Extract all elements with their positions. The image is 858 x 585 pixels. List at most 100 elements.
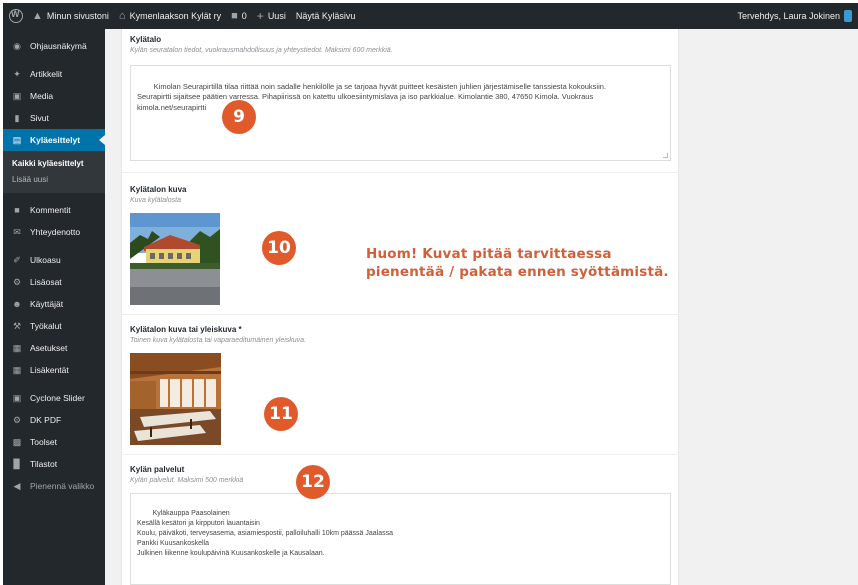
menu-label: Asetukset: [30, 343, 68, 353]
menu-posts[interactable]: ✦ Artikkelit: [3, 63, 105, 85]
gear-icon: ⚙: [12, 414, 22, 425]
menu-dk-pdf[interactable]: ⚙ DK PDF: [3, 409, 105, 431]
account-menu[interactable]: Tervehdys, Laura Jokinen: [732, 3, 852, 29]
edit-form: Kylätalo Kylän seuratalon tiedot, vuokra…: [121, 29, 680, 585]
menu-media[interactable]: ▣ Media: [3, 85, 105, 107]
menu-toolset[interactable]: ▩ Toolset: [3, 431, 105, 453]
field-description: Toinen kuva kylätalosta tai vaparaeditum…: [130, 337, 307, 344]
menu-plugins[interactable]: ⚙ Lisäosat: [3, 271, 105, 293]
site-name-menu[interactable]: ⌂ Kymenlaakson Kylät ry: [114, 3, 226, 29]
field-description: Kylän seuratalon tiedot, vuokrausmahdoll…: [130, 47, 393, 54]
menu-settings[interactable]: ▦ Asetukset: [3, 337, 105, 359]
field-palvelut: Kylän palvelut Kylän palvelut. Maksimi 5…: [122, 455, 680, 585]
kylatalo-value: Kimolan Seurapirtillä tilaa riittää noin…: [137, 81, 606, 112]
menu-appearance[interactable]: ✐ Ulkoasu: [3, 249, 105, 271]
menu-cyclone-slider[interactable]: ▣ Cyclone Slider: [3, 387, 105, 409]
plus-icon: +: [256, 9, 264, 23]
wrench-icon: ⚒: [12, 320, 22, 331]
menu-stats[interactable]: ▉ Tilastot: [3, 453, 105, 475]
settings-icon: ▦: [12, 342, 22, 353]
menu-label: Pienennä valikko: [30, 481, 95, 491]
wordpress-logo-icon[interactable]: [9, 9, 23, 23]
village-hall-photo[interactable]: [130, 213, 220, 305]
view-page-link[interactable]: Näytä Kyläsivu: [291, 3, 361, 29]
menu-custom-fields[interactable]: ▦ Lisäkentät: [3, 359, 105, 381]
submenu-all[interactable]: Kaikki kyläesittelyt: [3, 155, 105, 171]
greeting-label: Tervehdys, Laura Jokinen: [737, 11, 840, 21]
menu-contact[interactable]: ✉ Yhteydenotto: [3, 221, 105, 243]
notice-line-2: pienentää / pakata ennen syöttämistä.: [366, 264, 669, 280]
menu-comments[interactable]: ■ Kommentit: [3, 199, 105, 221]
menu-dashboard[interactable]: ◉ Ohjausnäkymä: [3, 35, 105, 57]
wp-admin-window: ▲ Minun sivustoni ⌂ Kymenlaakson Kylät r…: [3, 3, 858, 585]
kylatalo-textarea[interactable]: Kimolan Seurapirtillä tilaa riittää noin…: [130, 65, 671, 161]
field-label: Kylätalon kuva tai yleiskuva *: [130, 325, 242, 334]
menu-label: DK PDF: [30, 415, 62, 425]
step-badge-9: 9: [222, 100, 256, 134]
home-icon: ⌂: [118, 10, 126, 22]
comments-count: 0: [241, 11, 247, 21]
step-badge-12: 12: [296, 465, 330, 499]
menu-label: Käyttäjät: [30, 299, 64, 309]
menu-users[interactable]: ☻ Käyttäjät: [3, 293, 105, 315]
slider-icon: ▣: [12, 392, 22, 403]
step-badge-10: 10: [262, 231, 296, 265]
mail-icon: ✉: [13, 226, 21, 237]
submenu-kylaesittelyt: Kaikki kyläesittelyt Lisää uusi: [3, 151, 105, 193]
menu-label: Tilastot: [30, 459, 58, 469]
menu-label: Sivut: [30, 113, 49, 123]
field-label: Kylätalo: [130, 35, 162, 44]
comment-bubble-icon: ■: [231, 10, 238, 22]
notice-line-1: Huom! Kuvat pitää tarvittaessa: [366, 246, 612, 262]
palvelut-textarea[interactable]: Kyläkauppa Paasolainen Kesällä kesätori …: [130, 493, 671, 585]
field-description: Kylän palvelut. Maksimi 500 merkkiä: [130, 477, 244, 484]
brush-icon: ✐: [13, 254, 21, 265]
village-hall-image: [130, 213, 220, 305]
menu-label: Media: [30, 91, 54, 101]
submenu-add-new[interactable]: Lisää uusi: [3, 171, 105, 187]
menu-label: Ulkoasu: [30, 255, 61, 265]
page: ▲ Minun sivustoni ⌂ Kymenlaakson Kylät r…: [0, 0, 858, 585]
menu-collapse[interactable]: ◀ Pienennä valikko: [3, 475, 105, 497]
resize-handle-icon[interactable]: [663, 153, 668, 158]
menu-pages[interactable]: ▮ Sivut: [3, 107, 105, 129]
field-kylatalo: Kylätalo Kylän seuratalon tiedot, vuokra…: [122, 29, 680, 173]
users-icon: ☻: [12, 299, 22, 309]
field-description: Kuva kylätalosta: [130, 197, 181, 204]
fields-icon: ▦: [12, 364, 22, 375]
plugin-icon: ⚙: [12, 276, 22, 287]
pin-icon: ✦: [13, 68, 21, 79]
menu-label: Kyläesittelyt: [30, 135, 81, 145]
media-icon: ▣: [12, 90, 22, 101]
menu-label: Lisäosat: [30, 277, 62, 287]
right-empty-area: [680, 29, 858, 585]
admin-sidebar: ◉ Ohjausnäkymä ✦ Artikkelit ▣ Media ▮ Si…: [3, 29, 105, 585]
menu-label: Kommentit: [30, 205, 71, 215]
palvelut-value: Kyläkauppa Paasolainen Kesällä kesätori …: [137, 510, 394, 557]
menu-label: Yhteydenotto: [30, 227, 81, 237]
collapse-icon: ◀: [13, 480, 21, 491]
menu-tools[interactable]: ⚒ Työkalut: [3, 315, 105, 337]
comment-icon: ■: [14, 205, 20, 215]
view-label: Näytä Kyläsivu: [295, 11, 356, 21]
comments-menu[interactable]: ■ 0: [226, 3, 252, 29]
new-label: Uusi: [267, 11, 286, 21]
menu-kylaesittelyt[interactable]: ▤ Kyläesittelyt: [3, 129, 105, 151]
interior-photo[interactable]: [130, 353, 221, 445]
menu-label: Työkalut: [30, 321, 62, 331]
hall-interior-image: [130, 353, 221, 445]
toolset-icon: ▩: [12, 436, 22, 447]
menu-label: Lisäkentät: [30, 365, 69, 375]
stats-icon: ▉: [13, 458, 21, 469]
my-sites-menu[interactable]: ▲ Minun sivustoni: [27, 3, 114, 29]
dashboard-icon: ◉: [13, 40, 21, 51]
admin-bar: ▲ Minun sivustoni ⌂ Kymenlaakson Kylät r…: [3, 3, 858, 29]
field-kylatalo-kuva: Kylätalon kuva Kuva kylätalosta 10 Huom!…: [122, 173, 680, 315]
field-yleiskuva: Kylätalon kuva tai yleiskuva * Toinen ku…: [122, 315, 680, 455]
menu-label: Artikkelit: [30, 69, 63, 79]
new-content-menu[interactable]: + Uusi: [252, 3, 291, 29]
menu-label: Toolset: [30, 437, 57, 447]
menu-label: Cyclone Slider: [30, 393, 85, 403]
site-name-label: Kymenlaakson Kylät ry: [129, 11, 222, 21]
resize-notice: Huom! Kuvat pitää tarvittaessa pienentää…: [366, 245, 669, 281]
